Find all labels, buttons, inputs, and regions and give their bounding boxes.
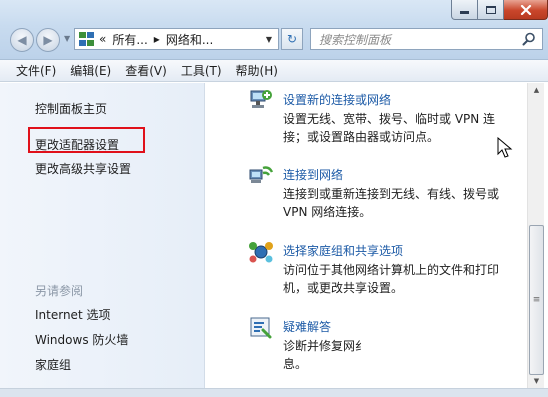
task-desc-line: 设置无线、宽带、拨号、临时或 VPN 连 <box>283 112 496 126</box>
minimize-icon <box>460 11 469 14</box>
scroll-down-icon: ▼ <box>533 377 540 385</box>
address-segment-network[interactable]: 网络和... <box>166 31 213 48</box>
maximize-button[interactable] <box>478 0 504 20</box>
scroll-up-button[interactable]: ▲ <box>528 83 545 97</box>
menu-tools[interactable]: 工具(T) <box>181 62 222 79</box>
menu-bar: 文件(F) 编辑(E) 查看(V) 工具(T) 帮助(H) <box>0 60 548 82</box>
task-title-homegroup[interactable]: 选择家庭组和共享选项 <box>283 242 403 259</box>
scroll-up-icon: ▲ <box>533 86 540 94</box>
task-title-setup-connection[interactable]: 设置新的连接或网络 <box>283 91 391 108</box>
setup-connection-icon <box>250 90 272 108</box>
back-button[interactable]: ◀ <box>10 28 34 52</box>
close-icon <box>520 4 531 15</box>
refresh-button[interactable]: ↻ <box>281 28 303 50</box>
scroll-down-button[interactable]: ▼ <box>528 374 545 388</box>
troubleshoot-icon <box>250 317 272 339</box>
menu-view[interactable]: 查看(V) <box>125 62 167 79</box>
task-title-troubleshoot[interactable]: 疑难解答 <box>283 318 331 335</box>
address-prefix[interactable]: « <box>99 32 106 46</box>
address-separator[interactable]: ▸ <box>154 32 160 46</box>
task-desc-line: VPN 网络连接。 <box>283 205 372 219</box>
refresh-icon: ↻ <box>286 32 298 46</box>
menu-edit[interactable]: 编辑(E) <box>70 62 111 79</box>
menu-file[interactable]: 文件(F) <box>16 62 56 79</box>
minimize-button[interactable] <box>451 0 478 20</box>
address-segment-all[interactable]: 所有... <box>112 31 147 48</box>
task-desc-line: 访问位于其他网络计算机上的文件和打印 <box>283 263 500 277</box>
window-controls <box>451 0 548 20</box>
close-button[interactable] <box>504 0 548 20</box>
maximize-icon <box>485 5 496 14</box>
highlight-box <box>28 127 145 153</box>
back-arrow-icon: ◀ <box>17 33 27 47</box>
search-icon[interactable] <box>522 32 536 46</box>
homegroup-icon <box>249 242 273 263</box>
address-bar[interactable]: « 所有... ▸ 网络和... ▼ <box>74 28 279 50</box>
status-strip <box>0 388 548 397</box>
mouse-cursor-icon <box>497 137 513 158</box>
task-desc-line: 诊断并修复网纟 <box>283 339 368 353</box>
see-also-windows-firewall[interactable]: Windows 防火墙 <box>35 331 128 348</box>
sidebar-item-advanced-sharing[interactable]: 更改高级共享设置 <box>35 160 131 177</box>
task-desc-line: 机，或更改共享设置。 <box>283 281 404 295</box>
scroll-thumb[interactable]: ≡ <box>529 225 544 375</box>
network-folder-icon <box>79 32 95 46</box>
search-placeholder[interactable]: 搜索控制面板 <box>319 31 391 48</box>
task-desc-line: 接；或设置路由器或访问点。 <box>283 130 440 144</box>
menu-help[interactable]: 帮助(H) <box>236 62 278 79</box>
task-title-connect-network[interactable]: 连接到网络 <box>283 166 343 183</box>
task-desc-line: 息。 <box>283 357 308 371</box>
forward-arrow-icon: ▶ <box>43 33 53 47</box>
see-also-homegroup[interactable]: 家庭组 <box>35 356 71 373</box>
vertical-scrollbar[interactable]: ▲ ≡ ▼ <box>527 83 544 388</box>
scroll-grip-icon: ≡ <box>532 295 541 305</box>
see-also-heading: 另请参阅 <box>35 284 84 298</box>
task-desc-line: 连接到或重新连接到无线、有线、拨号或 <box>283 187 500 201</box>
forward-button[interactable]: ▶ <box>36 28 60 52</box>
recent-pages-dropdown-icon[interactable]: ▼ <box>64 34 70 43</box>
window-chrome: ◀ ▶ ▼ « 所有... ▸ 网络和... ▼ ↻ 搜索控制面板 <box>0 0 548 60</box>
see-also-internet-options[interactable]: Internet 选项 <box>35 306 110 323</box>
address-dropdown-icon[interactable]: ▼ <box>266 35 272 44</box>
connect-network-icon <box>249 166 274 183</box>
sidebar-item-control-panel-home[interactable]: 控制面板主页 <box>35 100 107 117</box>
search-box[interactable]: 搜索控制面板 <box>310 28 543 50</box>
